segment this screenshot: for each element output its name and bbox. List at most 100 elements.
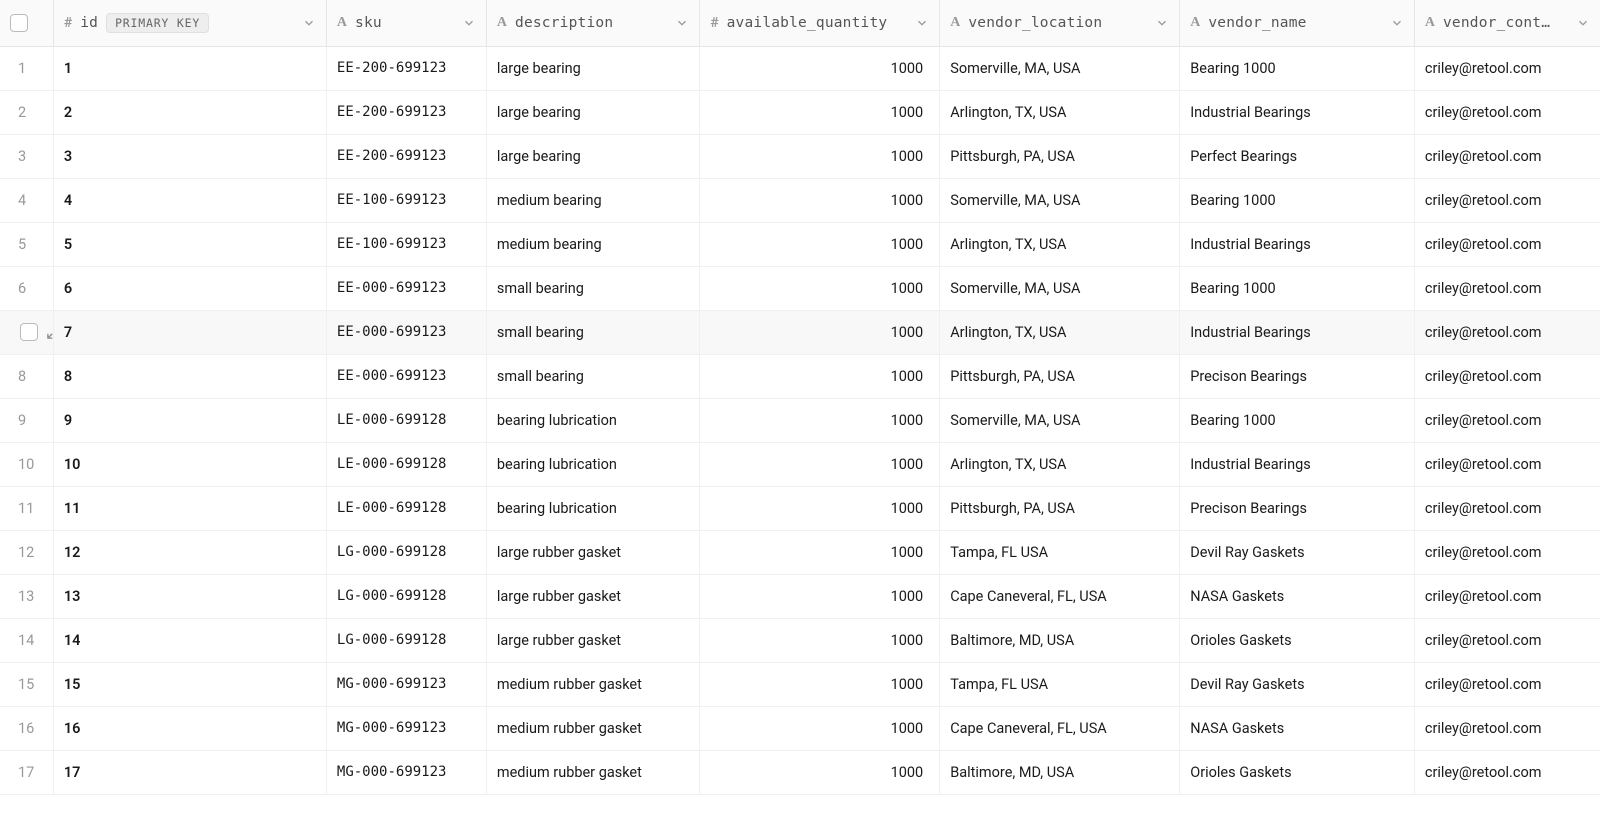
cell-vendor-contact[interactable]: criley@retool.com: [1414, 222, 1600, 266]
cell-available-quantity[interactable]: 1000: [700, 706, 940, 750]
table-row[interactable]: 22EE-200-699123large bearing1000Arlingto…: [0, 90, 1600, 134]
cell-vendor-location[interactable]: Somerville, MA, USA: [940, 178, 1180, 222]
cell-sku[interactable]: EE-100-699123: [326, 178, 486, 222]
row-number-cell[interactable]: [0, 310, 53, 354]
cell-vendor-contact[interactable]: criley@retool.com: [1414, 398, 1600, 442]
cell-vendor-name[interactable]: Perfect Bearings: [1180, 134, 1415, 178]
table-row[interactable]: 88EE-000-699123small bearing1000Pittsbur…: [0, 354, 1600, 398]
cell-vendor-contact[interactable]: criley@retool.com: [1414, 354, 1600, 398]
cell-vendor-contact[interactable]: criley@retool.com: [1414, 310, 1600, 354]
cell-vendor-location[interactable]: Baltimore, MD, USA: [940, 618, 1180, 662]
cell-vendor-contact[interactable]: criley@retool.com: [1414, 266, 1600, 310]
cell-vendor-name[interactable]: Industrial Bearings: [1180, 442, 1415, 486]
cell-vendor-location[interactable]: Baltimore, MD, USA: [940, 750, 1180, 794]
row-number-cell[interactable]: 9: [0, 398, 53, 442]
row-number-cell[interactable]: 15: [0, 662, 53, 706]
cell-vendor-name[interactable]: NASA Gaskets: [1180, 574, 1415, 618]
cell-id[interactable]: 7: [53, 310, 326, 354]
chevron-down-icon[interactable]: [1155, 16, 1169, 30]
cell-available-quantity[interactable]: 1000: [700, 266, 940, 310]
cell-vendor-location[interactable]: Pittsburgh, PA, USA: [940, 486, 1180, 530]
cell-vendor-name[interactable]: Industrial Bearings: [1180, 222, 1415, 266]
table-row[interactable]: 1010LE-000-699128bearing lubrication1000…: [0, 442, 1600, 486]
cell-description[interactable]: large rubber gasket: [486, 618, 699, 662]
cell-sku[interactable]: MG-000-699123: [326, 662, 486, 706]
row-number-cell[interactable]: 5: [0, 222, 53, 266]
cell-vendor-contact[interactable]: criley@retool.com: [1414, 90, 1600, 134]
cell-vendor-name[interactable]: Orioles Gaskets: [1180, 618, 1415, 662]
cell-vendor-contact[interactable]: criley@retool.com: [1414, 618, 1600, 662]
cell-id[interactable]: 10: [53, 442, 326, 486]
cell-sku[interactable]: LE-000-699128: [326, 486, 486, 530]
cell-vendor-contact[interactable]: criley@retool.com: [1414, 486, 1600, 530]
cell-id[interactable]: 15: [53, 662, 326, 706]
cell-id[interactable]: 13: [53, 574, 326, 618]
chevron-down-icon[interactable]: [1390, 16, 1404, 30]
row-number-cell[interactable]: 8: [0, 354, 53, 398]
cell-sku[interactable]: EE-100-699123: [326, 222, 486, 266]
cell-vendor-name[interactable]: Industrial Bearings: [1180, 310, 1415, 354]
row-number-cell[interactable]: 11: [0, 486, 53, 530]
column-header-description[interactable]: A description: [486, 0, 699, 46]
cell-vendor-contact[interactable]: criley@retool.com: [1414, 46, 1600, 90]
cell-description[interactable]: medium rubber gasket: [486, 706, 699, 750]
cell-id[interactable]: 1: [53, 46, 326, 90]
cell-id[interactable]: 6: [53, 266, 326, 310]
cell-sku[interactable]: LG-000-699128: [326, 530, 486, 574]
cell-vendor-location[interactable]: Arlington, TX, USA: [940, 90, 1180, 134]
table-row[interactable]: 1313LG-000-699128large rubber gasket1000…: [0, 574, 1600, 618]
table-row[interactable]: 7EE-000-699123small bearing1000Arlington…: [0, 310, 1600, 354]
row-number-cell[interactable]: 16: [0, 706, 53, 750]
cell-description[interactable]: large bearing: [486, 46, 699, 90]
cell-available-quantity[interactable]: 1000: [700, 222, 940, 266]
row-number-cell[interactable]: 6: [0, 266, 53, 310]
cell-available-quantity[interactable]: 1000: [700, 530, 940, 574]
row-number-cell[interactable]: 3: [0, 134, 53, 178]
cell-vendor-location[interactable]: Cape Caneveral, FL, USA: [940, 706, 1180, 750]
column-header-vendor-contact[interactable]: A vendor_cont…: [1414, 0, 1600, 46]
row-number-cell[interactable]: 12: [0, 530, 53, 574]
row-number-cell[interactable]: 2: [0, 90, 53, 134]
cell-sku[interactable]: EE-000-699123: [326, 266, 486, 310]
cell-available-quantity[interactable]: 1000: [700, 662, 940, 706]
cell-vendor-name[interactable]: Devil Ray Gaskets: [1180, 530, 1415, 574]
cell-id[interactable]: 4: [53, 178, 326, 222]
cell-vendor-location[interactable]: Tampa, FL USA: [940, 662, 1180, 706]
cell-description[interactable]: small bearing: [486, 266, 699, 310]
row-number-cell[interactable]: 4: [0, 178, 53, 222]
cell-vendor-name[interactable]: Precison Bearings: [1180, 486, 1415, 530]
cell-available-quantity[interactable]: 1000: [700, 134, 940, 178]
cell-description[interactable]: small bearing: [486, 310, 699, 354]
table-row[interactable]: 99LE-000-699128bearing lubrication1000So…: [0, 398, 1600, 442]
cell-vendor-location[interactable]: Tampa, FL USA: [940, 530, 1180, 574]
row-number-cell[interactable]: 17: [0, 750, 53, 794]
cell-available-quantity[interactable]: 1000: [700, 486, 940, 530]
cell-id[interactable]: 16: [53, 706, 326, 750]
cell-vendor-contact[interactable]: criley@retool.com: [1414, 134, 1600, 178]
cell-vendor-name[interactable]: Industrial Bearings: [1180, 90, 1415, 134]
cell-vendor-location[interactable]: Somerville, MA, USA: [940, 398, 1180, 442]
table-row[interactable]: 55EE-100-699123medium bearing1000Arlingt…: [0, 222, 1600, 266]
cell-vendor-contact[interactable]: criley@retool.com: [1414, 662, 1600, 706]
cell-id[interactable]: 9: [53, 398, 326, 442]
cell-sku[interactable]: MG-000-699123: [326, 750, 486, 794]
table-row[interactable]: 1515MG-000-699123medium rubber gasket100…: [0, 662, 1600, 706]
cell-sku[interactable]: MG-000-699123: [326, 706, 486, 750]
cell-available-quantity[interactable]: 1000: [700, 398, 940, 442]
cell-description[interactable]: large bearing: [486, 134, 699, 178]
cell-available-quantity[interactable]: 1000: [700, 442, 940, 486]
table-row[interactable]: 44EE-100-699123medium bearing1000Somervi…: [0, 178, 1600, 222]
cell-description[interactable]: small bearing: [486, 354, 699, 398]
table-row[interactable]: 1212LG-000-699128large rubber gasket1000…: [0, 530, 1600, 574]
cell-available-quantity[interactable]: 1000: [700, 618, 940, 662]
cell-id[interactable]: 17: [53, 750, 326, 794]
row-number-cell[interactable]: 10: [0, 442, 53, 486]
cell-id[interactable]: 14: [53, 618, 326, 662]
cell-vendor-name[interactable]: Precison Bearings: [1180, 354, 1415, 398]
cell-sku[interactable]: EE-200-699123: [326, 46, 486, 90]
chevron-down-icon[interactable]: [915, 16, 929, 30]
cell-description[interactable]: large rubber gasket: [486, 574, 699, 618]
cell-available-quantity[interactable]: 1000: [700, 750, 940, 794]
expand-row-icon[interactable]: [46, 325, 53, 340]
cell-vendor-location[interactable]: Pittsburgh, PA, USA: [940, 134, 1180, 178]
